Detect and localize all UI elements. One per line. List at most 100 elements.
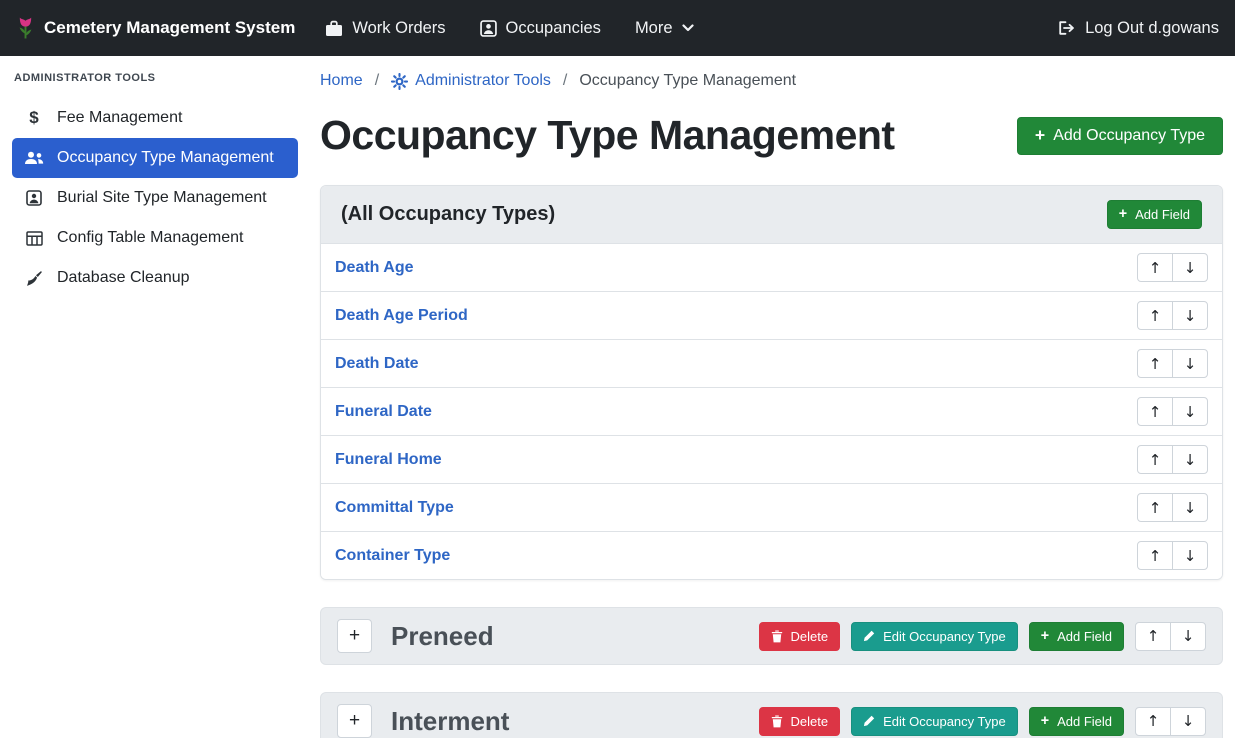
section-title: Preneed (391, 621, 759, 652)
move-up-button[interactable]: ↑ (1137, 397, 1173, 426)
nav-work-orders-label: Work Orders (352, 19, 445, 38)
users-icon (22, 151, 46, 165)
add-field-label: Add Field (1135, 207, 1190, 222)
expand-section-button[interactable]: + (337, 704, 372, 738)
reorder-controls: ↑ ↓ (1137, 493, 1208, 522)
plus-icon: + (1041, 714, 1049, 728)
briefcase-icon (325, 20, 343, 37)
main-content: Home / (308, 56, 1235, 738)
sidebar-item-label: Database Cleanup (57, 269, 190, 287)
edit-occupancy-type-button[interactable]: Edit Occupancy Type (851, 707, 1018, 736)
portrait-icon (480, 20, 497, 37)
section-actions: Delete Edit Occupancy Type + Add Field ↑… (759, 707, 1206, 736)
move-down-button[interactable]: ↓ (1170, 707, 1206, 736)
breadcrumb: Home / (320, 72, 1223, 90)
breadcrumb-current: Occupancy Type Management (579, 72, 796, 90)
field-link[interactable]: Funeral Date (335, 403, 432, 421)
broom-icon (22, 270, 46, 287)
breadcrumb-admin-tools[interactable]: Administrator Tools (391, 72, 551, 90)
plus-icon: + (1041, 629, 1049, 643)
plus-icon: + (1035, 127, 1045, 145)
sidebar-item-label: Occupancy Type Management (57, 149, 274, 167)
sidebar-item-label: Config Table Management (57, 229, 244, 247)
sidebar-item-label: Burial Site Type Management (57, 189, 267, 207)
chevron-down-icon (682, 24, 694, 32)
move-up-button[interactable]: ↑ (1135, 622, 1171, 651)
move-up-button[interactable]: ↑ (1137, 253, 1173, 282)
delete-button[interactable]: Delete (759, 707, 841, 736)
sidebar-heading: ADMINISTRATOR TOOLS (14, 72, 298, 84)
section-title: Interment (391, 706, 759, 737)
add-field-button[interactable]: + Add Field (1029, 707, 1124, 736)
field-link[interactable]: Death Age (335, 259, 414, 277)
add-field-label: Add Field (1057, 629, 1112, 644)
add-field-button[interactable]: + Add Field (1029, 622, 1124, 651)
reorder-controls: ↑ ↓ (1135, 622, 1206, 651)
reorder-controls: ↑ ↓ (1137, 445, 1208, 474)
field-link[interactable]: Death Date (335, 355, 419, 373)
move-up-button[interactable]: ↑ (1137, 493, 1173, 522)
move-down-button[interactable]: ↓ (1172, 349, 1208, 378)
sidebar-item-occupancy-type-management[interactable]: Occupancy Type Management (12, 138, 298, 178)
move-down-button[interactable]: ↓ (1172, 445, 1208, 474)
nav-occupancies[interactable]: Occupancies (480, 19, 601, 38)
move-up-button[interactable]: ↑ (1135, 707, 1171, 736)
edit-occupancy-type-label: Edit Occupancy Type (883, 629, 1006, 644)
move-down-button[interactable]: ↓ (1172, 397, 1208, 426)
sidebar: ADMINISTRATOR TOOLS $ Fee Management Occ… (0, 56, 308, 738)
field-link[interactable]: Funeral Home (335, 451, 442, 469)
app-brand[interactable]: Cemetery Management System (16, 15, 295, 42)
move-down-button[interactable]: ↓ (1172, 253, 1208, 282)
all-occupancy-types-card: (All Occupancy Types) + Add Field Death … (320, 185, 1223, 580)
section-actions: Delete Edit Occupancy Type + Add Field ↑… (759, 622, 1206, 651)
nav-work-orders[interactable]: Work Orders (325, 19, 445, 38)
field-list: Death Age ↑ ↓ Death Age Period ↑ ↓ Death… (321, 243, 1222, 579)
occupancy-type-section: + Interment Delete Edi (320, 692, 1223, 738)
nav-right: Log Out d.gowans (1057, 19, 1219, 38)
reorder-controls: ↑ ↓ (1137, 349, 1208, 378)
trash-icon (771, 630, 783, 643)
reorder-controls: ↑ ↓ (1137, 541, 1208, 570)
move-up-button[interactable]: ↑ (1137, 301, 1173, 330)
pencil-icon (863, 715, 875, 727)
reorder-controls: ↑ ↓ (1137, 301, 1208, 330)
field-link[interactable]: Death Age Period (335, 307, 468, 325)
breadcrumb-home[interactable]: Home (320, 72, 363, 90)
all-occupancy-types-header: (All Occupancy Types) + Add Field (321, 186, 1222, 243)
nav-more[interactable]: More (635, 19, 694, 38)
move-up-button[interactable]: ↑ (1137, 541, 1173, 570)
nav-links: Work Orders Occupancies More (325, 19, 693, 38)
delete-button[interactable]: Delete (759, 622, 841, 651)
sidebar-item-database-cleanup[interactable]: Database Cleanup (12, 258, 298, 298)
move-up-button[interactable]: ↑ (1137, 445, 1173, 474)
app-title: Cemetery Management System (44, 18, 295, 38)
sidebar-item-config-table-management[interactable]: Config Table Management (12, 218, 298, 258)
field-row: Death Age Period ↑ ↓ (321, 291, 1222, 339)
field-link[interactable]: Container Type (335, 547, 450, 565)
plus-icon: + (1119, 207, 1127, 221)
add-occupancy-type-button[interactable]: + Add Occupancy Type (1017, 117, 1223, 155)
occupancy-type-section: + Preneed Delete Edit (320, 607, 1223, 665)
logout-link[interactable]: Log Out d.gowans (1057, 19, 1219, 38)
all-occupancy-types-title: (All Occupancy Types) (341, 203, 555, 226)
reorder-controls: ↑ ↓ (1135, 707, 1206, 736)
edit-occupancy-type-button[interactable]: Edit Occupancy Type (851, 622, 1018, 651)
add-field-button[interactable]: + Add Field (1107, 200, 1202, 229)
edit-occupancy-type-label: Edit Occupancy Type (883, 714, 1006, 729)
move-down-button[interactable]: ↓ (1172, 541, 1208, 570)
field-row: Death Age ↑ ↓ (321, 243, 1222, 291)
expand-section-button[interactable]: + (337, 619, 372, 653)
move-down-button[interactable]: ↓ (1172, 301, 1208, 330)
move-up-button[interactable]: ↑ (1137, 349, 1173, 378)
field-row: Funeral Date ↑ ↓ (321, 387, 1222, 435)
sidebar-item-fee-management[interactable]: $ Fee Management (12, 98, 298, 138)
field-link[interactable]: Committal Type (335, 499, 454, 517)
gear-icon (391, 73, 408, 90)
top-navbar: Cemetery Management System Work Orders O… (0, 0, 1235, 56)
move-down-button[interactable]: ↓ (1170, 622, 1206, 651)
sidebar-item-burial-site-type-management[interactable]: Burial Site Type Management (12, 178, 298, 218)
pencil-icon (863, 630, 875, 642)
add-field-label: Add Field (1057, 714, 1112, 729)
nav-occupancies-label: Occupancies (506, 19, 601, 38)
move-down-button[interactable]: ↓ (1172, 493, 1208, 522)
